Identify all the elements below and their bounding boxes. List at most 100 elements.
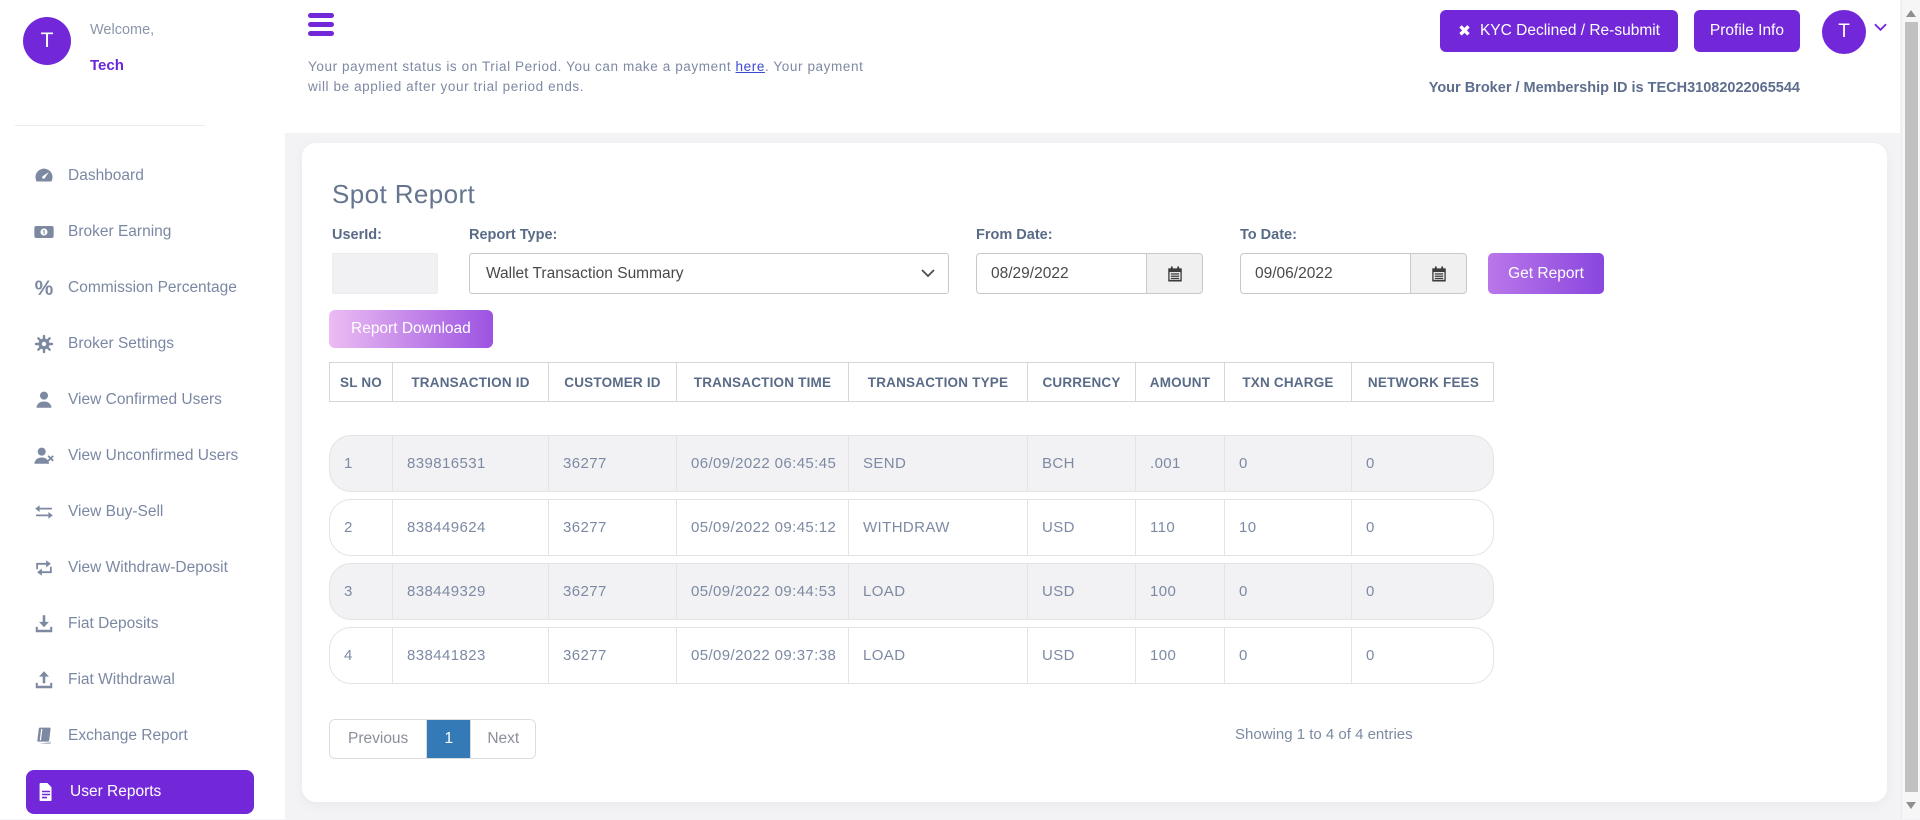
repeat-arrows-icon	[33, 557, 55, 579]
user-x-icon	[33, 445, 55, 467]
sidebar-item-label: View Buy-Sell	[68, 503, 164, 520]
column-header: AMOUNT	[1135, 363, 1224, 401]
sidebar-item-view-confirmed-users[interactable]: View Confirmed Users	[0, 372, 285, 428]
report-download-button[interactable]: Report Download	[329, 310, 493, 348]
sidebar-item-commission-percentage[interactable]: % Commission Percentage	[0, 260, 285, 316]
sidebar-item-dashboard[interactable]: Dashboard	[0, 148, 285, 204]
table-cell: 05/09/2022 09:45:12	[676, 500, 848, 555]
next-page-button[interactable]: Next	[470, 720, 536, 758]
report-type-select-wrap: Wallet Transaction Summary	[469, 253, 949, 294]
sidebar-divider	[15, 125, 205, 126]
sidebar-item-view-unconfirmed-users[interactable]: View Unconfirmed Users	[0, 428, 285, 484]
table-cell: 05/09/2022 09:44:53	[676, 564, 848, 619]
table-cell: WITHDRAW	[848, 500, 1027, 555]
to-date-calendar-button[interactable]	[1410, 253, 1467, 294]
sidebar: T Welcome, Tech Dashboard Broker Earning…	[0, 0, 285, 819]
dashboard-gauge-icon	[33, 165, 55, 187]
table-cell: 838449624	[392, 500, 548, 555]
spot-report-card: Spot Report UserId: Report Type: From Da…	[302, 143, 1887, 802]
sidebar-item-broker-earning[interactable]: Broker Earning	[0, 204, 285, 260]
sidebar-item-label: Commission Percentage	[68, 279, 237, 296]
sidebar-menu: Dashboard Broker Earning % Commission Pe…	[0, 148, 285, 820]
sidebar-item-exchange-report[interactable]: Exchange Report	[0, 708, 285, 764]
payment-here-link[interactable]: here	[736, 59, 765, 74]
table-cell: 10	[1224, 500, 1351, 555]
money-bill-icon	[33, 221, 55, 243]
scrollbar-thumb[interactable]	[1905, 22, 1918, 792]
sidebar-item-view-buy-sell[interactable]: View Buy-Sell	[0, 484, 285, 540]
gear-icon	[33, 333, 55, 355]
table-cell: 0	[1351, 564, 1493, 619]
from-date-input[interactable]	[976, 253, 1146, 294]
sidebar-item-user-reports[interactable]: User Reports	[26, 770, 254, 814]
scroll-up-arrow-icon[interactable]	[1906, 5, 1916, 17]
sidebar-item-label: Fiat Deposits	[68, 615, 159, 632]
avatar[interactable]: T	[1822, 10, 1866, 54]
table-row: 1 839816531 36277 06/09/2022 06:45:45 SE…	[329, 435, 1494, 492]
column-header: CUSTOMER ID	[548, 363, 676, 401]
table-cell: 110	[1135, 500, 1224, 555]
to-date-input[interactable]	[1240, 253, 1410, 294]
column-header: TRANSACTION TIME	[676, 363, 848, 401]
page-1-button[interactable]: 1	[426, 720, 471, 758]
column-header: SL NO	[339, 374, 382, 390]
sidebar-item-label: User Reports	[70, 783, 162, 800]
vertical-scrollbar[interactable]	[1901, 0, 1920, 819]
hamburger-menu-icon[interactable]	[308, 13, 334, 40]
table-row: 2 838449624 36277 05/09/2022 09:45:12 WI…	[329, 499, 1494, 556]
sidebar-item-fiat-deposits[interactable]: Fiat Deposits	[0, 596, 285, 652]
table-cell: 1	[344, 455, 353, 472]
sidebar-item-broker-settings[interactable]: Broker Settings	[0, 316, 285, 372]
table-cell: 06/09/2022 06:45:45	[676, 436, 848, 491]
kyc-declined-button[interactable]: ✖ KYC Declined / Re-submit	[1439, 10, 1678, 52]
calendar-icon	[1166, 265, 1184, 283]
from-date-calendar-button[interactable]	[1146, 253, 1203, 294]
column-header: TXN CHARGE	[1224, 363, 1351, 401]
userid-input[interactable]	[332, 253, 438, 294]
chevron-down-icon[interactable]	[1874, 23, 1887, 32]
sidebar-item-label: Broker Earning	[68, 223, 172, 240]
column-header: TRANSACTION TYPE	[848, 363, 1027, 401]
report-type-label: Report Type:	[469, 227, 558, 243]
profile-info-button[interactable]: Profile Info	[1693, 10, 1800, 52]
welcome-label: Welcome,	[90, 22, 155, 38]
sidebar-avatar[interactable]: T	[23, 17, 71, 65]
table-cell: 36277	[548, 628, 676, 683]
table-cell: 2	[344, 519, 353, 536]
report-type-select[interactable]: Wallet Transaction Summary	[469, 253, 949, 294]
scroll-down-arrow-icon[interactable]	[1906, 802, 1916, 814]
table-cell: 0	[1351, 628, 1493, 683]
table-cell: 36277	[548, 500, 676, 555]
broker-membership-id: Your Broker / Membership ID is TECH31082…	[1428, 80, 1800, 96]
upload-tray-icon	[33, 669, 55, 691]
sidebar-item-label: View Unconfirmed Users	[68, 447, 239, 464]
table-row: 4 838441823 36277 05/09/2022 09:37:38 LO…	[329, 627, 1494, 684]
x-icon: ✖	[1457, 22, 1471, 40]
sidebar-item-label: Dashboard	[68, 167, 144, 184]
sidebar-item-view-withdraw-deposit[interactable]: View Withdraw-Deposit	[0, 540, 285, 596]
table-cell: 0	[1224, 564, 1351, 619]
column-header: TRANSACTION ID	[392, 363, 548, 401]
previous-page-button[interactable]: Previous	[330, 720, 427, 758]
table-cell: 100	[1135, 628, 1224, 683]
payment-notice-line1: Your payment status is on Trial Period. …	[308, 59, 864, 74]
document-icon	[35, 781, 57, 803]
payment-notice-line2: will be applied after your trial period …	[308, 78, 585, 94]
table-cell: USD	[1027, 564, 1135, 619]
top-bar: Your payment status is on Trial Period. …	[285, 0, 1900, 133]
book-icon	[33, 725, 55, 747]
table-cell: 36277	[548, 436, 676, 491]
sidebar-item-label: Exchange Report	[68, 727, 188, 744]
sidebar-item-label: Broker Settings	[68, 335, 174, 352]
get-report-button[interactable]: Get Report	[1488, 253, 1604, 294]
sidebar-item-fiat-withdrawal[interactable]: Fiat Withdrawal	[0, 652, 285, 708]
calendar-icon	[1430, 265, 1448, 283]
table-cell: 3	[344, 583, 353, 600]
page-title: Spot Report	[332, 179, 476, 209]
kyc-button-label: KYC Declined / Re-submit	[1479, 22, 1660, 39]
sidebar-item-label: Fiat Withdrawal	[68, 671, 175, 688]
table-cell: SEND	[848, 436, 1027, 491]
user-icon	[33, 389, 55, 411]
username-label: Tech	[90, 57, 124, 74]
table-cell: 839816531	[392, 436, 548, 491]
